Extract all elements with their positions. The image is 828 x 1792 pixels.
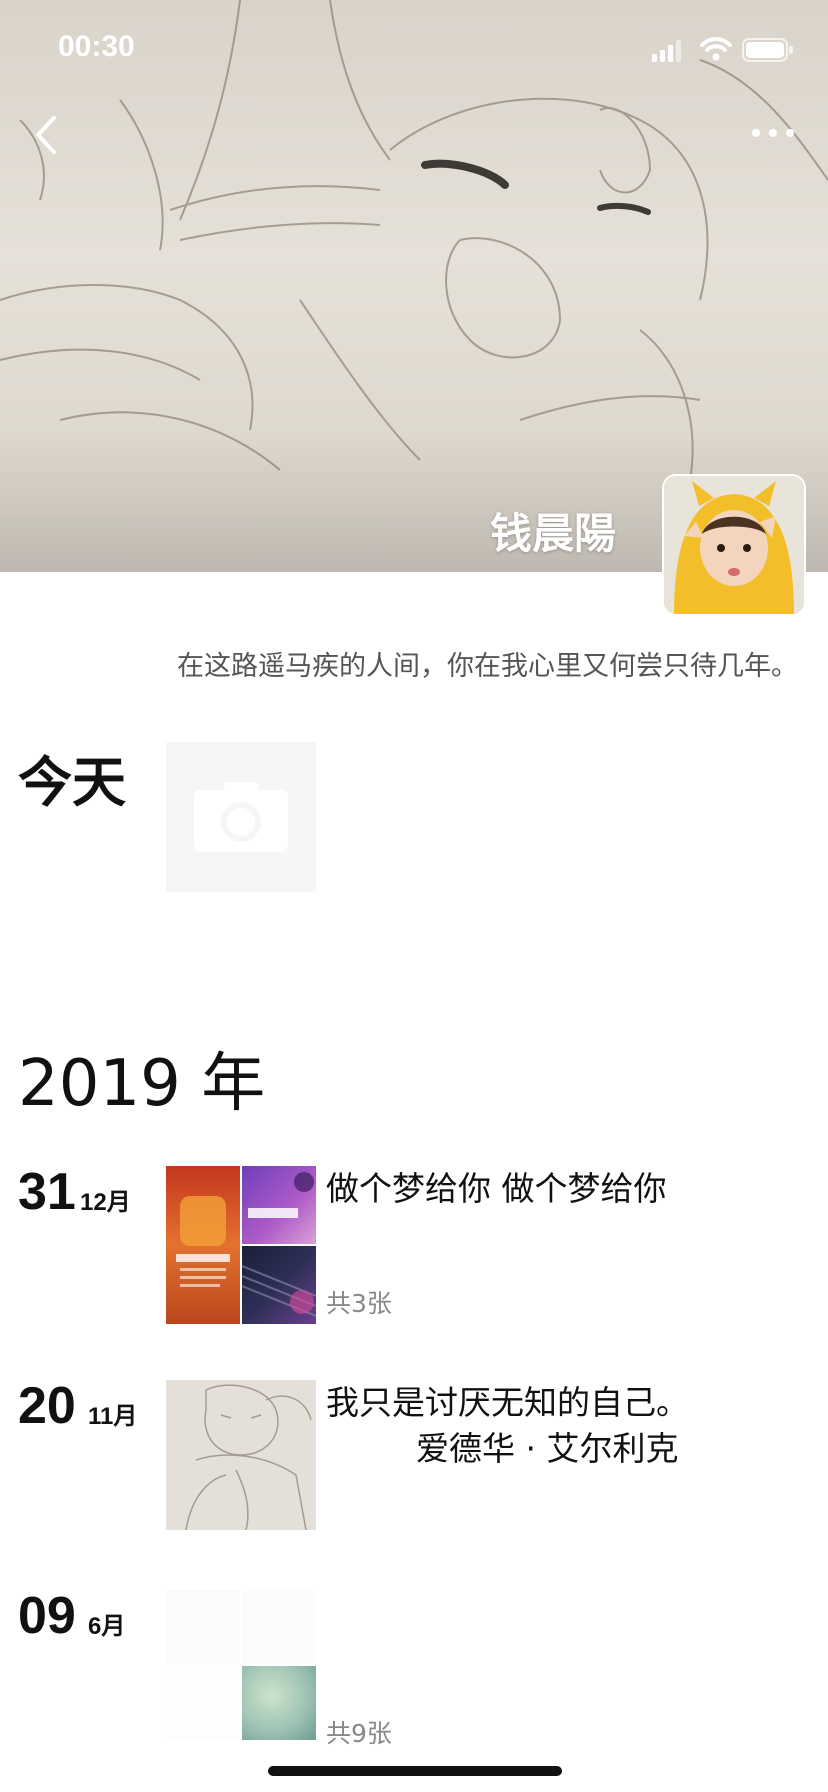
- profile-signature: 在这路遥马疾的人间，你在我心里又何尝只待几年。: [177, 651, 798, 682]
- post-text-line: 我只是讨厌无知的自己。: [326, 1383, 689, 1422]
- thumbnail[interactable]: [166, 1166, 240, 1324]
- thumbnail[interactable]: [241, 1246, 317, 1324]
- thumbnail[interactable]: [166, 1380, 316, 1531]
- thumbnail[interactable]: [166, 1666, 240, 1740]
- post-day: 31: [18, 1163, 76, 1221]
- post-text-line: 做个梦给你 做个梦给你: [326, 1169, 667, 1208]
- post-month: 6月: [88, 1613, 126, 1640]
- avatar[interactable]: [664, 476, 804, 614]
- post-text-line: 爱德华 · 艾尔利克: [416, 1429, 679, 1468]
- thumbnail[interactable]: [242, 1666, 316, 1740]
- post-month: 11月: [88, 1403, 138, 1430]
- wifi-icon: [700, 37, 732, 61]
- post-day: 09: [18, 1587, 76, 1645]
- status-bar: 00:30: [0, 0, 828, 100]
- post-day: 20: [18, 1377, 76, 1435]
- photo-count: 共3张: [326, 1289, 392, 1318]
- year-label: 2019 年: [18, 1047, 266, 1121]
- photo-count: 共9张: [326, 1719, 392, 1748]
- status-time: 00:30: [58, 30, 135, 63]
- more-dots-icon[interactable]: [748, 118, 798, 148]
- camera-icon: [194, 782, 288, 852]
- post-month: 12月: [80, 1189, 131, 1216]
- thumbnail[interactable]: [242, 1590, 316, 1664]
- back-button[interactable]: [26, 110, 66, 160]
- signal-icon: [652, 40, 681, 62]
- thumbnail[interactable]: [242, 1166, 316, 1244]
- new-post-camera-button[interactable]: [166, 742, 316, 892]
- home-indicator[interactable]: [268, 1766, 562, 1776]
- battery-icon: [742, 38, 793, 62]
- post-thumbnails[interactable]: [166, 1380, 316, 1531]
- profile-name[interactable]: 钱晨陽: [490, 500, 616, 561]
- post-text: 我只是讨厌无知的自己。 爱德华 · 艾尔利克: [326, 1380, 689, 1472]
- post-text: 做个梦给你 做个梦给你: [326, 1166, 667, 1212]
- post-thumbnails[interactable]: [166, 1166, 317, 1324]
- thumbnail[interactable]: [166, 1590, 240, 1664]
- post-thumbnails[interactable]: [166, 1590, 316, 1740]
- today-label: 今天: [18, 751, 126, 814]
